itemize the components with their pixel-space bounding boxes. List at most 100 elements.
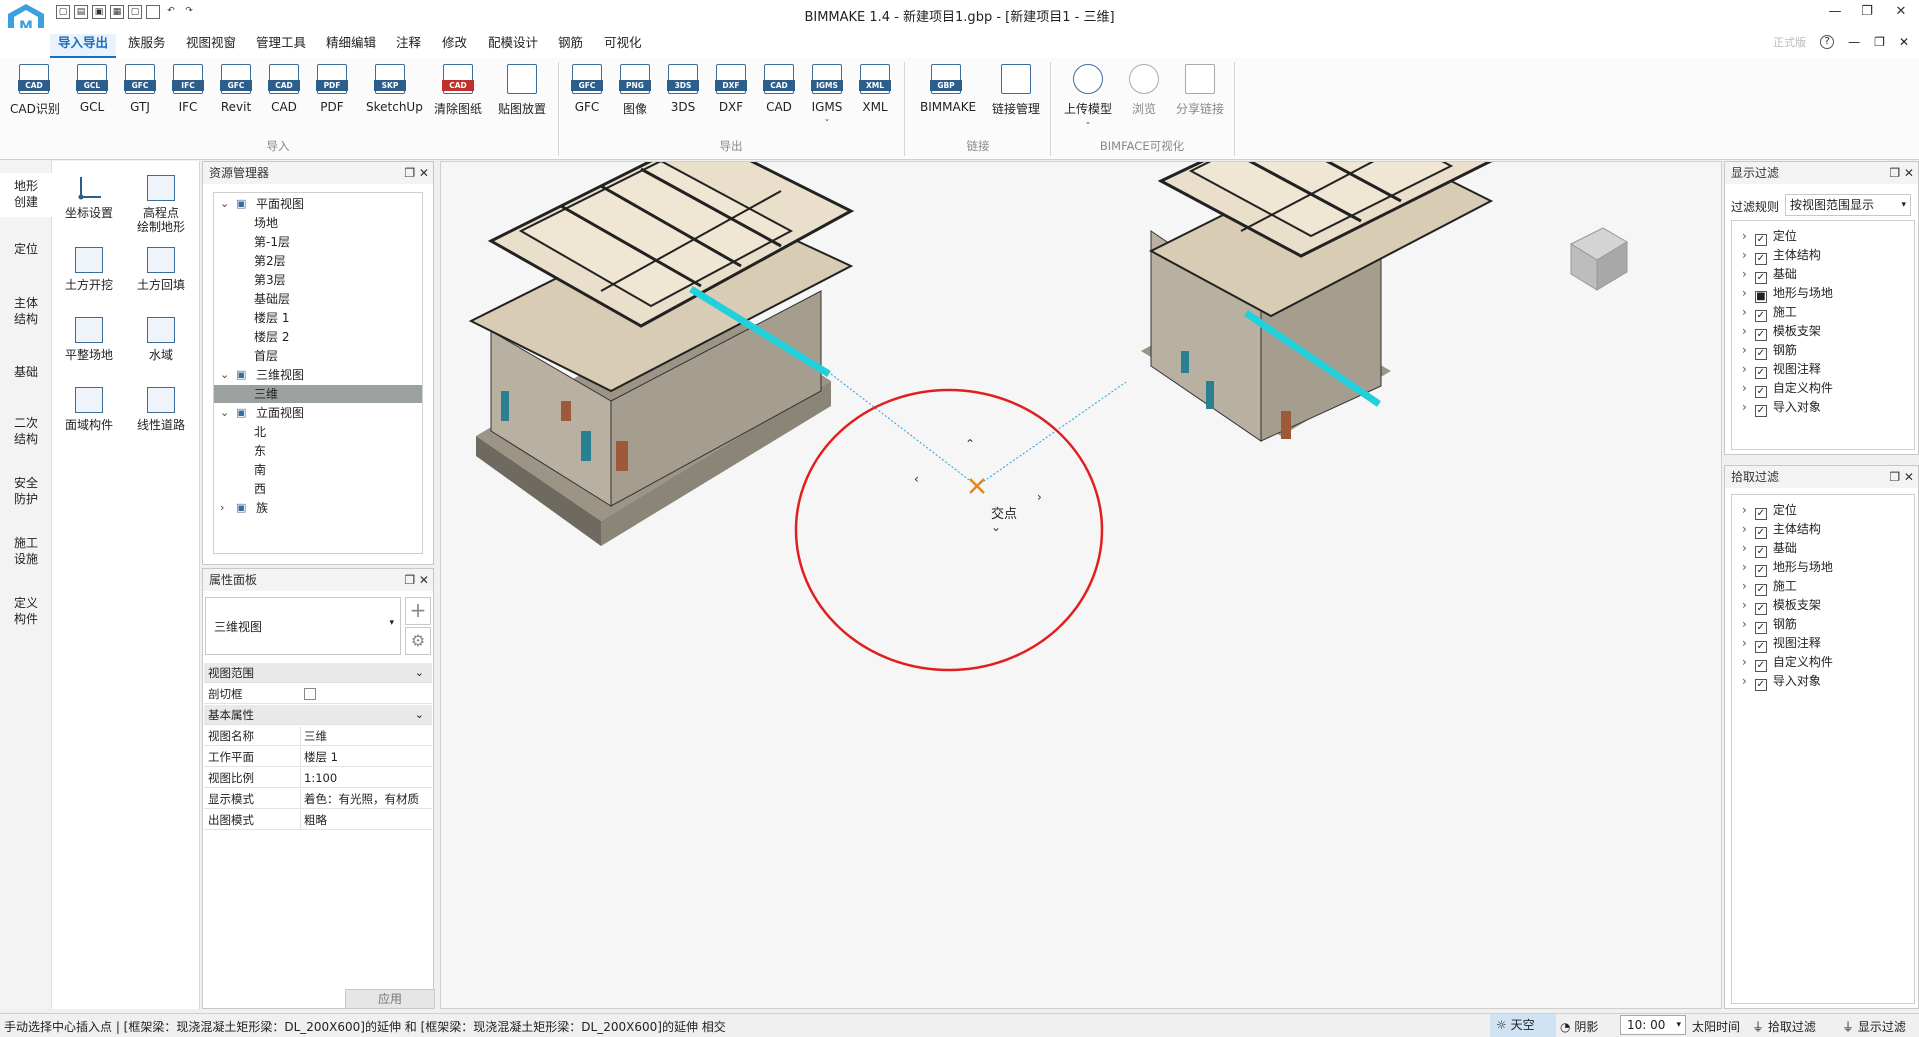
property-row[interactable]: 视图比例 1:100 [204, 768, 432, 788]
export-3ds-button[interactable]: 3DS 3DS [659, 64, 707, 114]
gear-icon[interactable]: ⚙ [405, 627, 431, 655]
filter-item[interactable]: › ✓ 钢筋 [1742, 341, 1797, 360]
chevron-right-icon[interactable]: › [1742, 229, 1747, 243]
tree-item[interactable]: 第2层 [214, 252, 422, 270]
tree-item[interactable]: 南 [214, 461, 422, 479]
chevron-right-icon[interactable]: › [1742, 579, 1747, 593]
chevron-right-icon[interactable]: › [1742, 362, 1747, 376]
tree-item[interactable]: 楼层 2 [214, 328, 422, 346]
tab-annotate[interactable]: 注释 [388, 34, 429, 58]
chevron-right-icon[interactable]: › [1742, 674, 1747, 688]
view-type-selector[interactable]: 三维视图 ▾ [205, 597, 401, 655]
filter-checkbox[interactable]: ✓ [1754, 584, 1767, 596]
filter-item[interactable]: › ✓ 基础 [1742, 265, 1797, 284]
chevron-right-icon[interactable]: › [1742, 655, 1747, 669]
chevron-right-icon[interactable]: › [1742, 617, 1747, 631]
filter-item[interactable]: › ✓ 导入对象 [1742, 398, 1821, 417]
filter-checkbox[interactable]: ✓ [1754, 253, 1767, 265]
water-area-tool[interactable]: 水域 [126, 317, 196, 362]
area-component-tool[interactable]: 面域构件 [54, 387, 124, 432]
chevron-right-icon[interactable]: › [1742, 503, 1747, 517]
clear-drawings-button[interactable]: CAD 清除图纸 [434, 64, 482, 117]
filter-item[interactable]: › ✓ 模板支架 [1742, 596, 1821, 615]
chevron-down-icon[interactable]: ⌄ [415, 705, 424, 725]
filter-checkbox[interactable]: ✓ [1754, 310, 1767, 322]
tab-formwork-design[interactable]: 配模设计 [480, 34, 546, 58]
section-box-checkbox[interactable] [304, 688, 316, 700]
property-category[interactable]: 视图范围 ⌄ [204, 663, 432, 683]
time-select[interactable]: 10: 00 ▾ [1620, 1015, 1686, 1035]
filter-checkbox[interactable]: ✓ [1754, 679, 1767, 691]
chevron-right-icon[interactable]: › [1742, 598, 1747, 612]
add-icon[interactable]: + [405, 597, 431, 625]
property-value[interactable]: 三维 [304, 726, 327, 746]
nav-define-component[interactable]: 定义 构件 [0, 595, 52, 627]
tree-folder[interactable]: ⌄ ▣ 三维视图 [214, 366, 422, 384]
filter-checkbox[interactable]: ✓ [1754, 622, 1767, 634]
filter-item[interactable]: › ✓ 模板支架 [1742, 322, 1821, 341]
tree-item[interactable]: 北 [214, 423, 422, 441]
filter-item[interactable]: › ✓ 施工 [1742, 577, 1797, 596]
chevron-right-icon[interactable]: › [1742, 381, 1747, 395]
filter-checkbox[interactable]: ✓ [1754, 272, 1767, 284]
chevron-icon[interactable]: ⌄ [220, 195, 229, 213]
chevron-right-icon[interactable]: › [1742, 541, 1747, 555]
property-row[interactable]: 工作平面 楼层 1 [204, 747, 432, 767]
filter-item[interactable]: › ✓ 自定义构件 [1742, 379, 1833, 398]
earth-excavation-tool[interactable]: 土方开挖 [54, 247, 124, 292]
filter-checkbox[interactable]: ✓ [1754, 565, 1767, 577]
filter-item[interactable]: › ✓ 视图注释 [1742, 360, 1821, 379]
nav-terrain-create[interactable]: 地形 创建 [0, 173, 52, 217]
link-bimmake-button[interactable]: GBP BIMMAKE [920, 64, 976, 114]
filter-checkbox[interactable]: ✓ [1754, 386, 1767, 398]
tree-item[interactable]: 第-1层 [214, 233, 422, 251]
filter-item[interactable]: › ✓ 定位 [1742, 501, 1797, 520]
nav-construction-facilities[interactable]: 施工 设施 [0, 535, 52, 567]
property-row[interactable]: 视图名称 三维 [204, 726, 432, 746]
tree-folder[interactable]: › ▣ 族 [214, 499, 422, 517]
filter-item[interactable]: › ✓ 自定义构件 [1742, 653, 1833, 672]
shadow-toggle[interactable]: ◔ 阴影 [1560, 1018, 1598, 1035]
chevron-right-icon[interactable]: › [1742, 343, 1747, 357]
export-cad-button[interactable]: CAD CAD [755, 64, 803, 114]
chevron-down-icon[interactable]: ⌄ [415, 663, 424, 683]
import-gcl-button[interactable]: GCL GCL [68, 64, 116, 114]
export-image-button[interactable]: PNG 图像 [611, 64, 659, 117]
nav-positioning[interactable]: 定位 [0, 241, 52, 257]
import-cad-button[interactable]: CAD CAD [260, 64, 308, 114]
chevron-right-icon[interactable]: › [1742, 560, 1747, 574]
tab-family-service[interactable]: 族服务 [120, 34, 174, 58]
filter-item[interactable]: › ✓ 导入对象 [1742, 672, 1821, 691]
filter-checkbox[interactable]: ✓ [1754, 546, 1767, 558]
chevron-icon[interactable]: ⌄ [220, 366, 229, 384]
nav-safety-protection[interactable]: 安全 防护 [0, 475, 52, 507]
import-sketchup-button[interactable]: SKP SketchUp [366, 64, 423, 114]
nav-main-structure[interactable]: 主体 结构 [0, 295, 52, 327]
tree-item[interactable]: 场地 [214, 214, 422, 232]
chevron-icon[interactable]: › [220, 499, 224, 517]
filter-item[interactable]: › ✓ 定位 [1742, 227, 1797, 246]
export-dxf-button[interactable]: DXF DXF [707, 64, 755, 114]
export-xml-button[interactable]: XML XML [851, 64, 899, 114]
filter-checkbox[interactable]: ✓ [1754, 234, 1767, 246]
filter-rule-select[interactable]: 按视图范围显示 ▾ [1785, 194, 1911, 216]
export-gfc-button[interactable]: GFC GFC [563, 64, 611, 114]
property-row[interactable]: 剖切框 [204, 684, 432, 704]
filter-item[interactable]: › ■ 地形与场地 [1742, 284, 1833, 303]
apply-button[interactable]: 应用 [345, 989, 435, 1009]
ribbon-minimize-icon[interactable]: — [1848, 35, 1860, 49]
filter-item[interactable]: › ✓ 主体结构 [1742, 520, 1821, 539]
coordinate-setup-tool[interactable]: 坐标设置 [54, 175, 124, 220]
restore-button[interactable]: ❐ [1852, 4, 1882, 24]
tree-item[interactable]: 首层 [214, 347, 422, 365]
import-revit-button[interactable]: GFC Revit [212, 64, 260, 114]
filter-checkbox[interactable]: ✓ [1754, 367, 1767, 379]
display-filter-toggle[interactable]: ⏚ 显示过滤 [1842, 1018, 1906, 1035]
chevron-right-icon[interactable]: › [1742, 636, 1747, 650]
property-value[interactable]: 粗略 [304, 810, 327, 830]
place-texture-button[interactable]: 贴图放置 [498, 64, 546, 117]
property-row[interactable]: 显示模式 着色：有光照，有材质 [204, 789, 432, 809]
import-pdf-button[interactable]: PDF PDF [308, 64, 356, 114]
ribbon-close-icon[interactable]: ✕ [1899, 35, 1909, 49]
level-site-tool[interactable]: 平整场地 [54, 317, 124, 362]
